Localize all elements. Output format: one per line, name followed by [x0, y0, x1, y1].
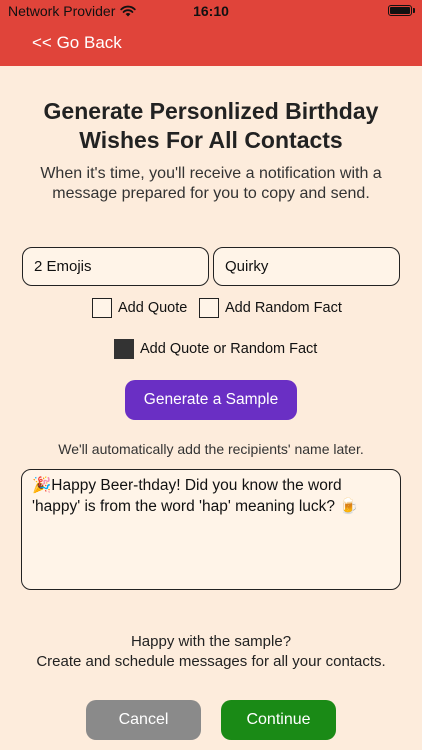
page-subtitle: When it's time, you'll receive a notific…: [40, 165, 382, 202]
battery-icon: [388, 5, 415, 16]
footer-prompt: Happy with the sample? Create and schedu…: [36, 633, 386, 670]
add-fact-label: Add Random Fact: [225, 300, 342, 316]
generate-sample-button[interactable]: Generate a Sample: [125, 380, 297, 420]
add-quote-checkbox[interactable]: [92, 298, 112, 318]
add-quote-option[interactable]: Add Quote: [92, 298, 187, 318]
continue-button[interactable]: Continue: [221, 700, 336, 740]
go-back-button[interactable]: << Go Back: [32, 33, 122, 53]
status-time: 16:10: [193, 3, 229, 19]
sample-message-textarea[interactable]: 🎉Happy Beer-thday! Did you know the word…: [21, 469, 401, 590]
add-fact-checkbox[interactable]: [199, 298, 219, 318]
add-either-checkbox[interactable]: [114, 339, 134, 359]
name-note: We'll automatically add the recipients' …: [58, 441, 364, 457]
add-either-label: Add Quote or Random Fact: [140, 341, 318, 357]
top-bar: Network Provider 16:10 << Go Back: [0, 0, 422, 66]
add-quote-label: Add Quote: [118, 300, 188, 316]
emoji-count-field[interactable]: 2 Emojis: [22, 247, 209, 286]
status-bar: Network Provider 16:10: [0, 0, 422, 22]
tone-field[interactable]: Quirky: [213, 247, 400, 286]
add-either-option[interactable]: Add Quote or Random Fact: [114, 339, 317, 359]
add-fact-option[interactable]: Add Random Fact: [199, 298, 342, 318]
cancel-button[interactable]: Cancel: [86, 700, 201, 740]
page-title: Generate Personlized Birthday Wishes For…: [43, 98, 379, 153]
